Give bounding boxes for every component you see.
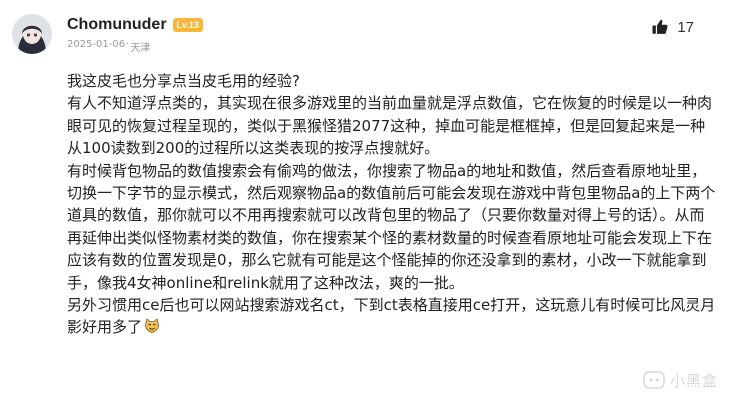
meta-separator: · <box>126 39 130 50</box>
comment-paragraph: 我这皮毛也分享点当皮毛用的经验? <box>67 72 300 90</box>
comment-header: Chomunuder Lv.13 2025-01-06 · 天津 <box>67 14 203 54</box>
thumbs-up-icon <box>652 19 668 34</box>
comment-meta: 2025-01-06 · 天津 <box>67 39 203 54</box>
comment-body: 我这皮毛也分享点当皮毛用的经验? 有人不知道浮点类的，其实现在很多游戏里的当前血… <box>67 70 717 339</box>
comment-paragraph: 有时候背包物品的数值搜索会有偷鸡的做法，你搜索了物品a的地址和数值，然后查看原地… <box>67 161 716 292</box>
avatar[interactable] <box>12 14 52 54</box>
like-button[interactable]: 17 <box>651 18 694 36</box>
comment-location: 天津 <box>130 43 151 54</box>
comment-paragraph-text: 另外习惯用ce后也可以网站搜索游戏名ct，下到ct表格直接用ce打开，这玩意儿有… <box>67 296 716 337</box>
xiaoheihe-logo-icon <box>643 371 665 389</box>
username[interactable]: Chomunuder <box>67 16 167 34</box>
comment-paragraph: 有人不知道浮点类的，其实现在很多游戏里的当前血量就是浮点数值，它在恢复的时候是以… <box>67 94 713 158</box>
cat-face-emoji-icon <box>145 318 159 334</box>
watermark: 小黑盒 <box>642 368 718 392</box>
avatar-image <box>12 14 52 54</box>
comment-paragraph-last: 另外习惯用ce后也可以网站搜索游戏名ct，下到ct表格直接用ce打开，这玩意儿有… <box>67 294 717 339</box>
watermark-text: 小黑盒 <box>669 371 718 390</box>
comment-card: Chomunuder Lv.13 2025-01-06 · 天津 17 我这皮毛… <box>0 0 730 400</box>
comment-date: 2025-01-06 <box>67 39 126 50</box>
level-badge: Lv.13 <box>172 18 203 32</box>
like-count: 17 <box>677 18 694 36</box>
name-row: Chomunuder Lv.13 <box>67 14 203 36</box>
